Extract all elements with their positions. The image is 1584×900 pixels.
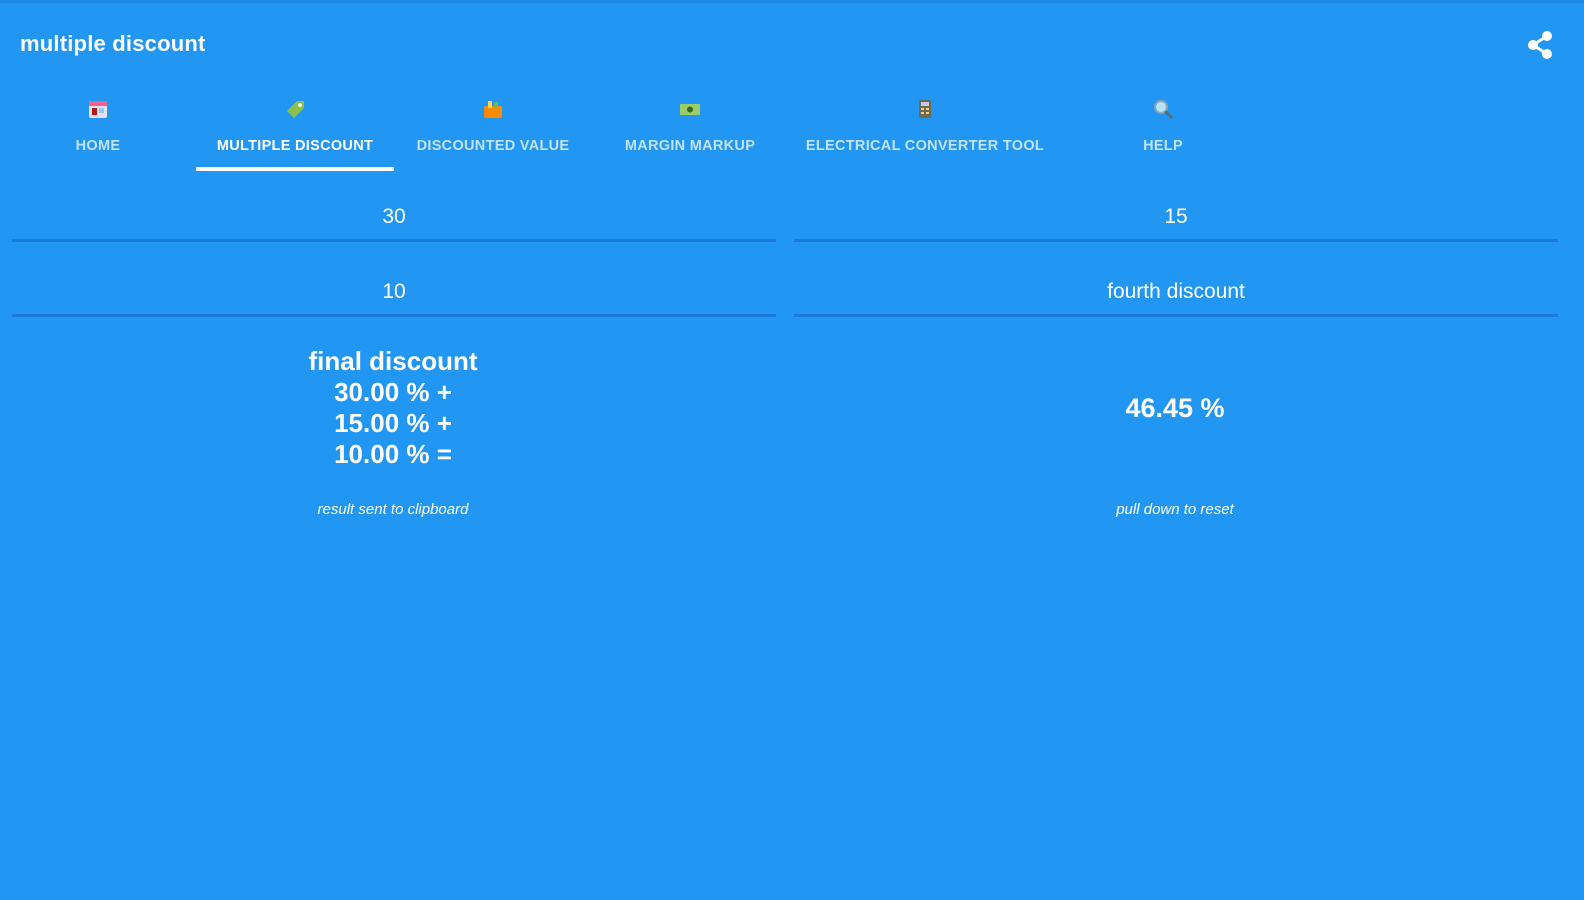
tab-label: ELECTRICAL CONVERTER TOOL <box>805 138 1045 154</box>
tab-margin-markup[interactable]: MARGIN MARKUP <box>592 87 788 173</box>
magnifier-icon <box>1151 97 1175 121</box>
first-discount-input[interactable] <box>12 195 776 239</box>
first-discount-field <box>12 195 776 242</box>
second-discount-input[interactable] <box>794 195 1558 239</box>
toolbar: multiple discount <box>0 3 1584 87</box>
calculator-icon <box>913 97 937 121</box>
tab-label: MARGIN MARKUP <box>624 138 756 154</box>
breakdown-line: 30.00 % + <box>334 377 452 407</box>
app-title: multiple discount <box>20 31 206 56</box>
tab-label: DISCOUNTED VALUE <box>416 138 570 154</box>
tab-bar: HOME MULTIPLE DISCOUNT DISCOUNTED VALUE <box>0 87 1584 175</box>
app-window: multiple discount HOME MULTIPLE DISCOUNT… <box>0 0 1584 900</box>
tab-home[interactable]: HOME <box>0 87 196 173</box>
breakdown-line: 10.00 % = <box>334 439 452 469</box>
fourth-discount-field <box>794 270 1558 317</box>
second-discount-field <box>794 195 1558 242</box>
tab-label: HOME <box>75 138 121 154</box>
third-discount-input[interactable] <box>12 270 776 314</box>
clipboard-hint: result sent to clipboard <box>317 501 469 518</box>
banknote-icon <box>678 97 702 121</box>
fourth-discount-input[interactable] <box>794 270 1558 314</box>
reset-hint: pull down to reset <box>1116 501 1234 518</box>
discount-breakdown: final discount 30.00 % + 15.00 % + 10.00… <box>10 346 776 470</box>
tab-label: MULTIPLE DISCOUNT <box>216 138 374 154</box>
final-discount-value: 46.45 % <box>1125 393 1225 423</box>
tab-help[interactable]: HELP <box>1062 87 1264 173</box>
third-discount-field <box>12 270 776 317</box>
tab-electrical-converter-tool[interactable]: ELECTRICAL CONVERTER TOOL <box>788 87 1062 173</box>
breakdown-line: 15.00 % + <box>334 408 452 438</box>
tag-icon <box>283 97 307 121</box>
tab-discounted-value[interactable]: DISCOUNTED VALUE <box>394 87 592 173</box>
store-icon <box>86 97 110 121</box>
final-discount-heading: final discount <box>308 346 478 376</box>
tab-multiple-discount[interactable]: MULTIPLE DISCOUNT <box>196 87 394 173</box>
share-icon[interactable] <box>1524 29 1556 61</box>
shopping-basket-icon <box>481 97 505 121</box>
active-tab-indicator <box>196 167 394 171</box>
tab-label: HELP <box>1143 138 1183 154</box>
